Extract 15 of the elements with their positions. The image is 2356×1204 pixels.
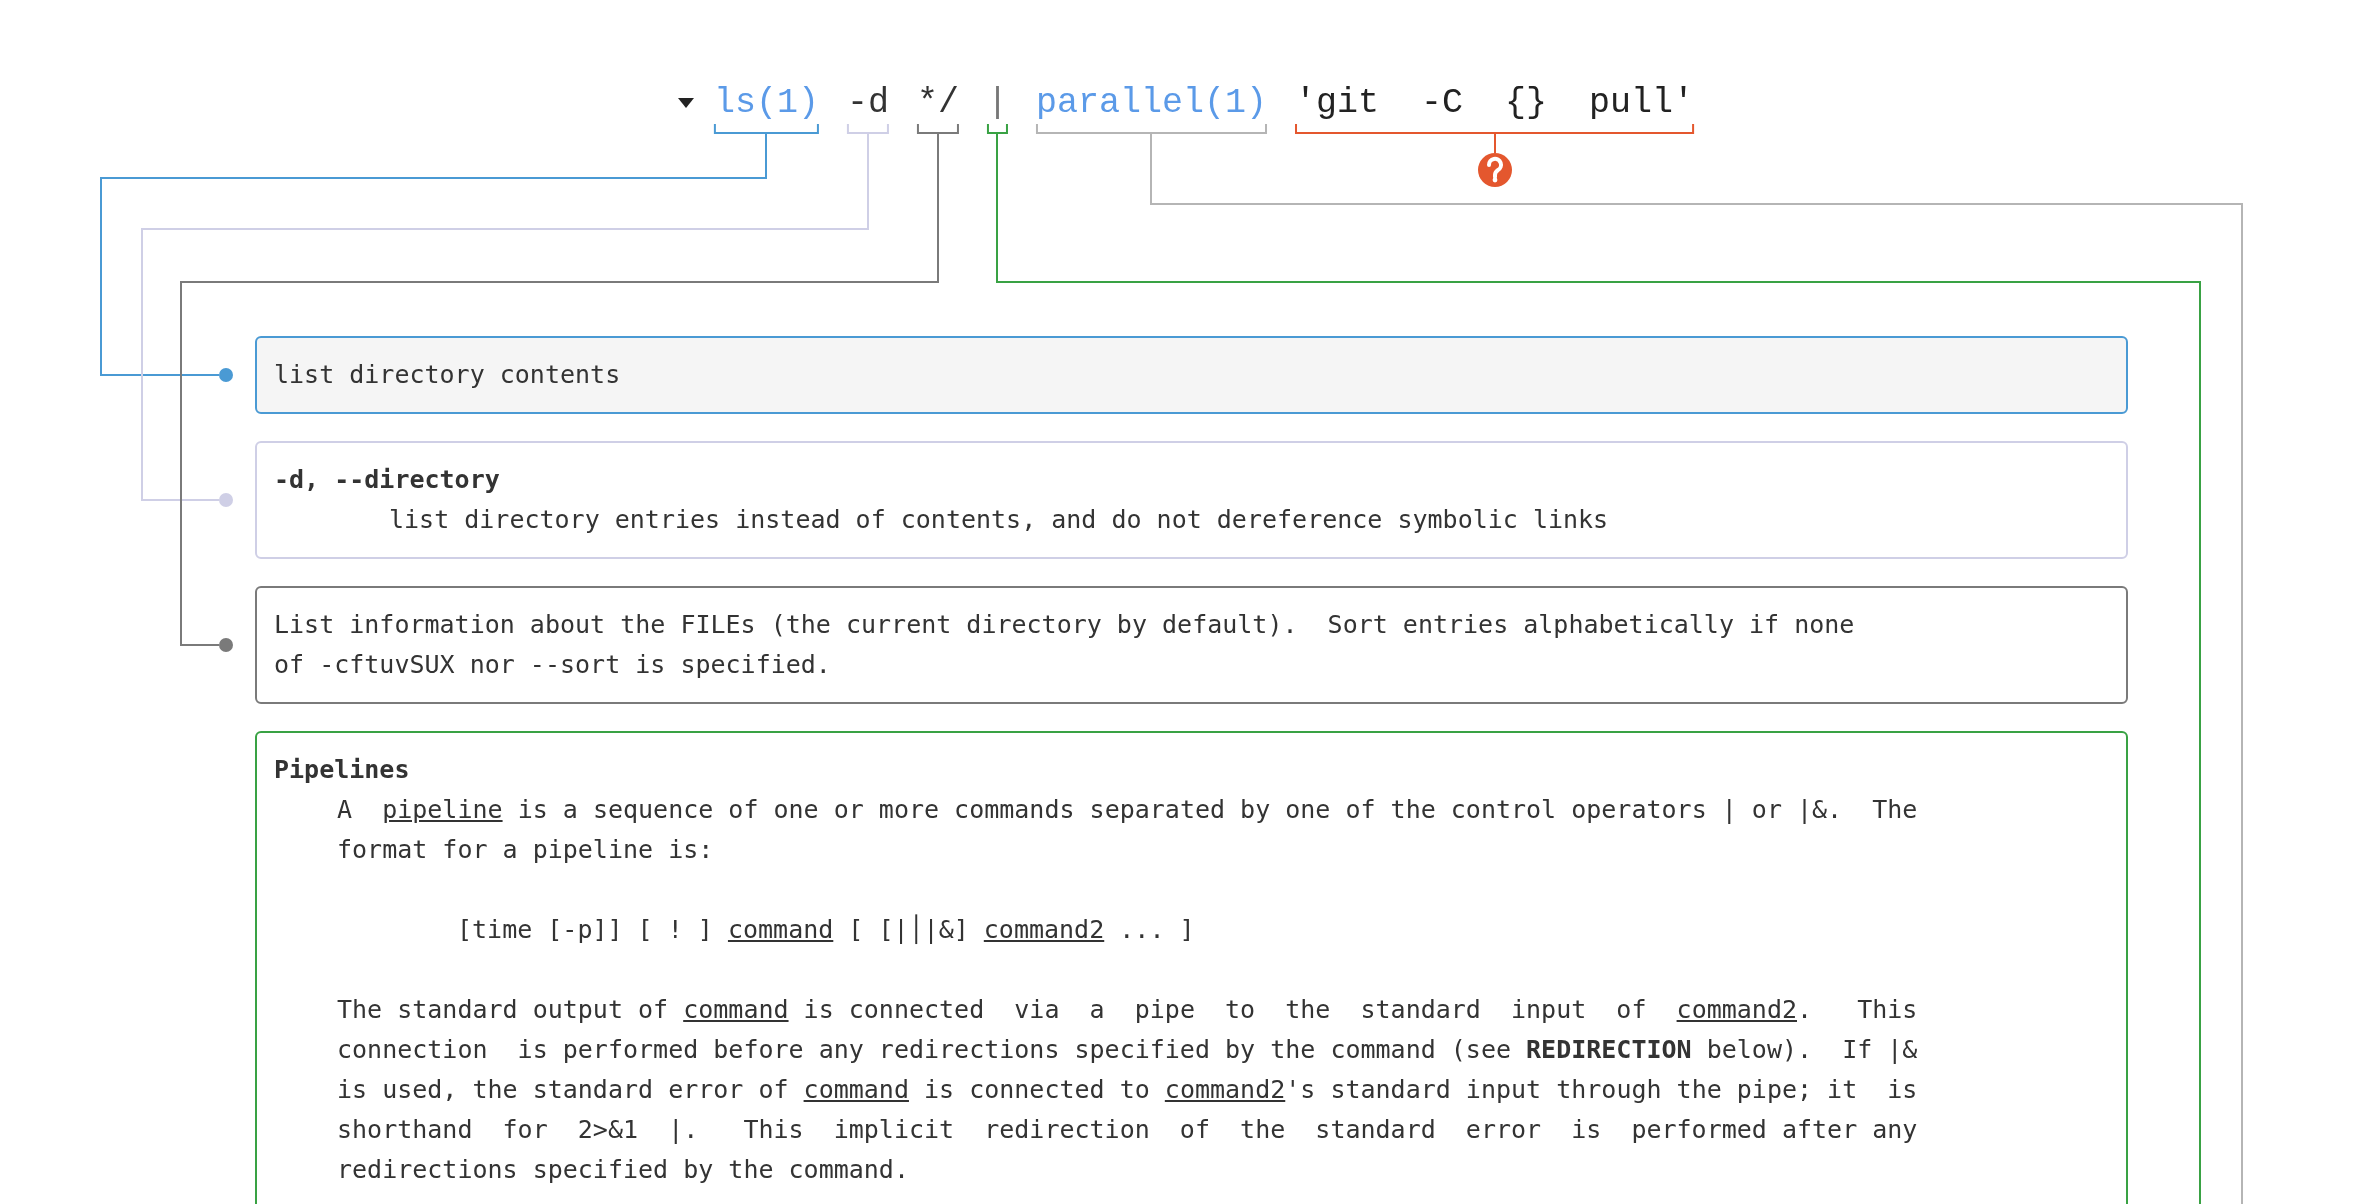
command-token: | (986, 82, 1008, 124)
paragraph: The standard output of command is connected via a pipe to the standard input of command2. This connection is performed before any redirections specified by the command (see REDIRECTION below). If |& is used, the standard error of command is connected to command2's standard input through the pipe; it is shorthand for 2>&1 |. This implicit redirection of the standard error is performed after any redirections specified by the command. (336, 994, 1919, 1186)
synopsis-line: [time [-p]] [ ! ] command [ [|│|&] command2 ... ] (456, 913, 1196, 946)
command-token: 'git -C {} pull' (1295, 82, 1695, 124)
command-token: */ (916, 82, 959, 124)
command-link[interactable]: ls(1) (713, 82, 819, 124)
command-token: -d (846, 82, 889, 124)
option-description: list directory entries instead of contents, and do not dereference symbolic links (388, 504, 1610, 536)
option-name: -d, --directory (274, 464, 501, 496)
paragraph: A pipeline is a sequence of one or more commands separated by one of the control operators | or |&. The format for a pipeline is: (336, 794, 1919, 866)
description-text: List information about the FILEs (the current directory by default). Sort entries alphabetically if none of -cftuvSUX nor --sort is specified. (274, 609, 1856, 681)
command-link[interactable]: parallel(1) (1035, 82, 1267, 124)
summary-text: list directory contents (274, 359, 622, 391)
dropdown-caret-icon[interactable] (677, 98, 694, 108)
section-title: Pipelines (274, 754, 411, 786)
